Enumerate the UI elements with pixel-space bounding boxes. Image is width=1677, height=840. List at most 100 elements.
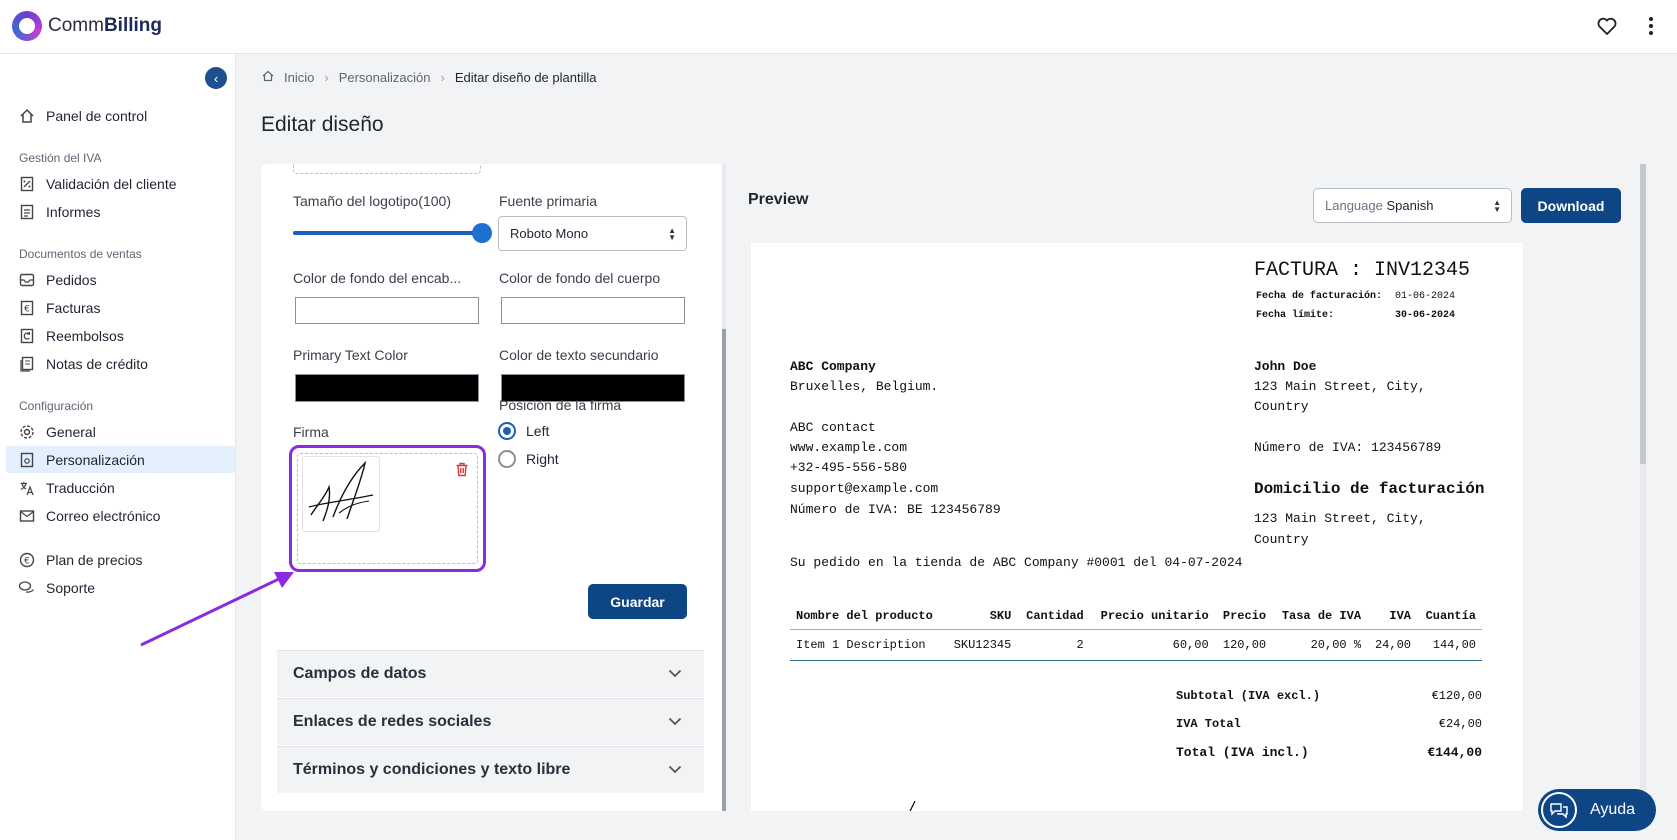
primary-font-select[interactable]: Roboto Mono ▲ ▼ bbox=[498, 216, 687, 251]
total-label: Total (IVA incl.) bbox=[1176, 745, 1309, 760]
chevron-down-icon bbox=[668, 713, 682, 731]
seller-email: support@example.com bbox=[790, 481, 939, 496]
vat-total-value: €24,00 bbox=[1438, 717, 1482, 731]
sidebar-item-label: Plan de precios bbox=[46, 551, 143, 568]
table-header-cell: SKU bbox=[944, 603, 1018, 630]
sidebar-item-label: Pedidos bbox=[46, 271, 97, 288]
sidebar-item-orders[interactable]: Pedidos bbox=[6, 266, 235, 293]
radio-label: Left bbox=[526, 423, 550, 439]
seller-address: Bruxelles, Belgium. bbox=[790, 379, 939, 394]
svg-text:€: € bbox=[24, 556, 30, 566]
table-header-cell: Tasa de IVA bbox=[1272, 603, 1368, 630]
accordion-data-fields[interactable]: Campos de datos bbox=[277, 650, 704, 697]
table-body: Item 1 Description SKU12345 2 60,00 120,00 20… bbox=[790, 629, 1482, 661]
table-cell: 24,00 bbox=[1367, 629, 1417, 661]
sidebar-item-label: Notas de crédito bbox=[46, 355, 148, 372]
signature-position-left[interactable]: Left bbox=[498, 422, 549, 440]
billing-address-line1: 123 Main Street, City, bbox=[1254, 511, 1426, 526]
logo-size-slider-handle[interactable] bbox=[472, 223, 492, 243]
sidebar-item-invoices[interactable]: € Facturas bbox=[6, 294, 235, 321]
header-bg-label: Color de fondo del encab... bbox=[293, 270, 462, 286]
sidebar-item-label: Facturas bbox=[46, 299, 101, 316]
signature-upload-area[interactable] bbox=[297, 453, 478, 564]
scrollbar-thumb[interactable] bbox=[1640, 164, 1646, 464]
seller-phone: +32-495-556-580 bbox=[790, 460, 908, 475]
sidebar-item-dashboard[interactable]: Panel de control bbox=[6, 102, 235, 129]
seller-contact: ABC contact bbox=[790, 420, 876, 435]
seller-web: www.example.com bbox=[790, 440, 908, 455]
sidebar-item-translation[interactable]: Traducción bbox=[6, 474, 235, 501]
secondary-text-color-label: Color de texto secundario bbox=[499, 347, 659, 363]
download-button[interactable]: Download bbox=[1521, 188, 1621, 223]
primary-text-color-input[interactable] bbox=[295, 374, 479, 402]
sidebar-item-customization[interactable]: Personalización bbox=[6, 446, 235, 473]
subtotal-value: €120,00 bbox=[1431, 689, 1482, 703]
report-icon bbox=[18, 203, 36, 221]
primary-font-label: Fuente primaria bbox=[499, 193, 598, 209]
breadcrumb: Inicio › Personalización › Editar diseño… bbox=[262, 70, 596, 85]
sidebar-item-general[interactable]: General bbox=[6, 418, 235, 445]
header-bg-color-input[interactable] bbox=[295, 297, 479, 324]
translate-icon bbox=[18, 479, 36, 497]
top-bar: CommBilling bbox=[0, 0, 1677, 54]
table-header-cell: Cantidad bbox=[1017, 603, 1090, 630]
chat-bubbles-icon bbox=[18, 579, 36, 597]
sidebar-item-label: Reembolsos bbox=[46, 327, 124, 344]
sidebar-item-support[interactable]: Soporte bbox=[6, 574, 235, 601]
accordion-social-links[interactable]: Enlaces de redes sociales bbox=[277, 698, 704, 745]
breadcrumb-current: Editar diseño de plantilla bbox=[454, 70, 597, 85]
sidebar-item-pricing[interactable]: € Plan de precios bbox=[6, 546, 235, 573]
more-options-icon[interactable] bbox=[1639, 14, 1663, 38]
language-value: Spanish bbox=[1386, 198, 1434, 213]
nav-section-vat: Gestión del IVA bbox=[19, 151, 102, 165]
accordion-terms[interactable]: Términos y condiciones y texto libre bbox=[277, 746, 704, 793]
sidebar-item-reports[interactable]: Informes bbox=[6, 198, 235, 225]
table-header-cell: Cuantía bbox=[1416, 603, 1482, 630]
sidebar-item-credit-notes[interactable]: Notas de crédito bbox=[6, 350, 235, 377]
help-button[interactable]: Ayuda bbox=[1538, 789, 1656, 831]
signature-highlight bbox=[289, 445, 486, 572]
accordion-title: Términos y condiciones y texto libre bbox=[293, 761, 571, 778]
sidebar-item-customer-validation[interactable]: Validación del cliente bbox=[6, 170, 235, 197]
logo-upload-area[interactable] bbox=[293, 164, 481, 174]
preview-panel: Preview Language Spanish ▲ ▼ Download FAC… bbox=[726, 164, 1646, 811]
due-date-label: Fecha límite: bbox=[1256, 310, 1335, 321]
brand-name: CommBilling bbox=[48, 15, 163, 36]
preview-scrollbar[interactable] bbox=[1640, 164, 1646, 811]
billing-address-line2: Country bbox=[1254, 532, 1309, 547]
logo-size-slider[interactable] bbox=[293, 231, 483, 235]
collapse-sidebar-button[interactable]: ‹ bbox=[205, 67, 227, 89]
euro-circle-icon: € bbox=[18, 551, 36, 569]
save-button[interactable]: Guardar bbox=[588, 584, 687, 619]
signature-image bbox=[302, 456, 380, 532]
body-bg-color-input[interactable] bbox=[501, 297, 685, 324]
invoice-heading: FACTURA : INV12345 bbox=[1254, 259, 1471, 282]
chevron-left-icon: ‹ bbox=[213, 70, 219, 86]
sidebar-item-label: Correo electrónico bbox=[46, 507, 161, 524]
sidebar-item-label: Informes bbox=[46, 203, 101, 220]
logo-size-label: Tamaño del logotipo(100) bbox=[293, 193, 451, 209]
seller-name: ABC Company bbox=[790, 359, 876, 374]
mail-icon bbox=[18, 507, 36, 525]
sidebar-item-email[interactable]: Correo electrónico bbox=[6, 502, 235, 529]
sidebar-item-label: Panel de control bbox=[46, 107, 148, 124]
chevron-down-icon bbox=[668, 665, 682, 683]
sidebar-item-refunds[interactable]: Reembolsos bbox=[6, 322, 235, 349]
breadcrumb-home[interactable]: Inicio bbox=[284, 70, 314, 85]
sidebar-item-label: General bbox=[46, 423, 96, 440]
invoice-date: 01-06-2024 bbox=[1395, 291, 1456, 302]
table-row: Item 1 Description SKU12345 2 60,00 120,00 20… bbox=[790, 629, 1482, 661]
breadcrumb-customization[interactable]: Personalización bbox=[339, 70, 431, 85]
delete-signature-icon[interactable] bbox=[455, 462, 469, 482]
heart-icon[interactable] bbox=[1595, 14, 1619, 38]
language-select[interactable]: Language Spanish ▲ ▼ bbox=[1313, 188, 1512, 223]
sidebar: ‹ Panel de control Gestión del IVA Valid… bbox=[0, 54, 236, 840]
signature-position-right[interactable]: Right bbox=[498, 450, 559, 468]
breadcrumb-separator-icon: › bbox=[440, 70, 445, 85]
chat-icon bbox=[1541, 792, 1577, 828]
buyer-address-line1: 123 Main Street, City, bbox=[1254, 379, 1426, 394]
breadcrumb-home-icon[interactable] bbox=[262, 70, 274, 85]
table-cell: 20,00 % bbox=[1272, 629, 1368, 661]
app-logo[interactable]: CommBilling bbox=[12, 11, 162, 41]
table-header-cell: IVA bbox=[1367, 603, 1417, 630]
